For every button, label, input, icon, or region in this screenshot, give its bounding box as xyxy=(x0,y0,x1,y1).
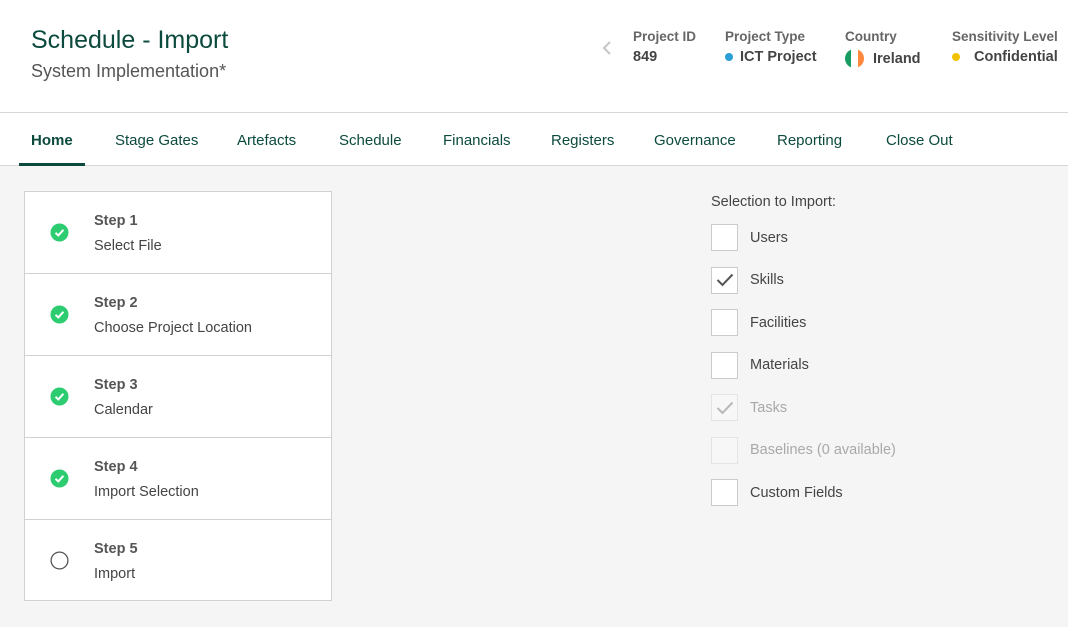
tab-stage-gates[interactable]: Stage Gates xyxy=(115,113,198,166)
project-id-value: 849 xyxy=(633,49,658,65)
option-label: Users xyxy=(750,229,788,246)
main-nav: Home Stage Gates Artefacts Schedule Fina… xyxy=(0,113,1068,166)
sensitivity-label: Sensitivity Level xyxy=(952,29,1058,44)
project-type-label: Project Type xyxy=(725,29,806,44)
step-name: Step 2 xyxy=(94,295,138,311)
import-option[interactable]: Facilities xyxy=(711,309,806,336)
page-header: Schedule - Import System Implementation*… xyxy=(0,0,1068,113)
checkmark-icon xyxy=(716,273,733,287)
tab-financials[interactable]: Financials xyxy=(443,113,511,166)
country-label: Country xyxy=(845,29,897,44)
option-label: Tasks xyxy=(750,399,788,416)
tab-close-out[interactable]: Close Out xyxy=(886,113,953,166)
wizard-step[interactable]: Step 5 Import xyxy=(25,520,331,600)
tab-schedule[interactable]: Schedule xyxy=(339,113,402,166)
ireland-flag-icon xyxy=(845,49,864,68)
step-description: Import Selection xyxy=(94,484,199,500)
checkbox[interactable] xyxy=(711,309,738,336)
step-description: Select File xyxy=(94,238,162,254)
import-option[interactable]: Custom Fields xyxy=(711,479,843,506)
project-id-label: Project ID xyxy=(633,29,697,44)
sensitivity-value: Confidential xyxy=(974,49,1058,65)
chevron-left-icon[interactable] xyxy=(600,40,614,56)
option-label: Facilities xyxy=(750,314,807,331)
option-label: Custom Fields xyxy=(750,484,843,501)
status-dot-icon xyxy=(952,53,960,61)
step-name: Step 4 xyxy=(94,459,138,475)
tab-reporting[interactable]: Reporting xyxy=(777,113,842,166)
checkmark-icon xyxy=(716,401,733,414)
tab-registers[interactable]: Registers xyxy=(551,113,614,166)
checkbox xyxy=(711,436,738,464)
active-tab-indicator xyxy=(19,163,85,166)
step-name: Step 5 xyxy=(94,541,138,557)
checkbox[interactable] xyxy=(711,266,738,294)
step-description: Calendar xyxy=(94,402,153,418)
project-type-value: ICT Project xyxy=(740,49,817,65)
page-subtitle: System Implementation* xyxy=(31,61,227,81)
step-name: Step 1 xyxy=(94,213,138,229)
option-label: Baselines (0 available) xyxy=(750,442,896,458)
country: Country Ireland xyxy=(845,29,921,68)
step-name: Step 3 xyxy=(94,377,138,393)
checkbox[interactable] xyxy=(711,351,738,379)
check-circle-icon xyxy=(50,469,69,488)
wizard-step[interactable]: Step 3 Calendar xyxy=(25,356,331,438)
check-circle-icon xyxy=(50,305,69,324)
wizard-step[interactable]: Step 4 Import Selection xyxy=(25,438,331,520)
wizard-step[interactable]: Step 1 Select File xyxy=(25,192,331,274)
import-option: Baselines (0 available) xyxy=(711,436,896,464)
import-option[interactable]: Materials xyxy=(711,351,809,379)
empty-circle-icon xyxy=(50,551,69,570)
step-description: Import xyxy=(94,566,136,582)
project-id: Project ID 849 xyxy=(633,29,696,65)
selection-label: Selection to Import: xyxy=(711,194,836,210)
tab-artefacts[interactable]: Artefacts xyxy=(237,113,296,166)
check-circle-icon xyxy=(50,223,69,242)
tab-governance[interactable]: Governance xyxy=(654,113,736,166)
option-label: Materials xyxy=(750,357,809,373)
option-label: Skills xyxy=(750,272,784,288)
checkbox[interactable] xyxy=(711,224,738,251)
wizard-steps: Step 1 Select File Step 2 Choose Project Lo… xyxy=(24,191,332,601)
status-dot-icon xyxy=(725,53,733,61)
import-option[interactable]: Users xyxy=(711,224,788,251)
import-option[interactable]: Skills xyxy=(711,266,784,294)
country-value: Ireland xyxy=(873,50,921,67)
check-circle-icon xyxy=(50,387,69,406)
project-type: Project Type ICT Project xyxy=(725,29,817,65)
tab-home[interactable]: Home xyxy=(19,113,85,166)
checkbox xyxy=(711,394,738,421)
wizard-step[interactable]: Step 2 Choose Project Location xyxy=(25,274,331,356)
step-description: Choose Project Location xyxy=(94,320,252,336)
sensitivity-level: Sensitivity Level Confidential xyxy=(952,29,1058,65)
checkbox[interactable] xyxy=(711,479,738,506)
page-title: Schedule - Import xyxy=(31,26,229,54)
import-option: Tasks xyxy=(711,394,787,421)
